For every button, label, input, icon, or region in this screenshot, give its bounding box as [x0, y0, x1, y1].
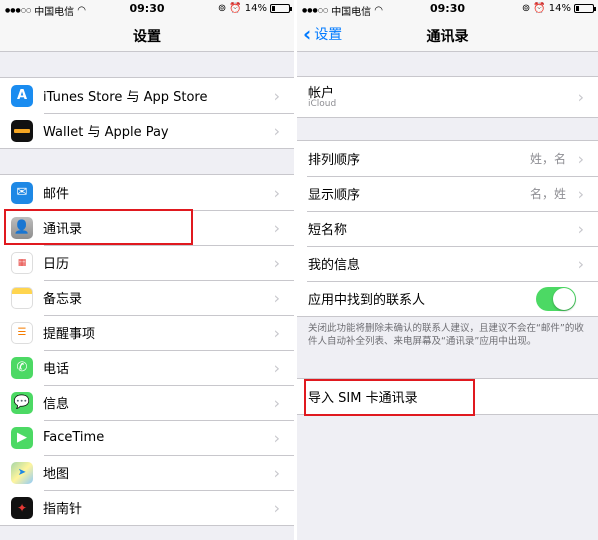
chevron-right-icon: › — [273, 288, 280, 307]
row-label: iTunes Store 与 App Store — [43, 90, 208, 105]
row-label: FaceTime — [43, 430, 105, 445]
battery-percent: 14% — [548, 3, 571, 14]
battery-icon — [270, 4, 292, 13]
row-label: 显示顺序 — [308, 188, 361, 203]
settings-row-phone[interactable]: ✆ 电话 › — [0, 350, 294, 385]
settings-row-mail[interactable]: ✉ 邮件 › — [0, 175, 294, 210]
display-order-row[interactable]: 显示顺序 名，姓 › — [297, 176, 598, 211]
chevron-right-icon: › — [273, 323, 280, 342]
phone-icon: ✆ — [11, 356, 33, 379]
wallet-icon — [11, 119, 33, 142]
accounts-row[interactable]: 帐户 iCloud › — [297, 77, 598, 117]
lock-rotation-icon: ⊚ — [217, 3, 227, 14]
account-subtitle: iCloud — [308, 99, 337, 109]
chevron-right-icon: › — [577, 149, 584, 168]
account-group: 帐户 iCloud › — [297, 76, 598, 118]
settings-row-notes[interactable]: 备忘录 › — [0, 280, 294, 315]
row-label: 备忘录 — [43, 292, 83, 307]
compass-icon: ✦ — [11, 496, 33, 519]
alarm-icon: ⏰ — [533, 3, 546, 14]
settings-screen: ●●●○○ 中国电信 ◠ 09:30 ⊚ ⏰ 14% 设置 A iTunes Store… — [0, 0, 294, 540]
settings-row-app-store[interactable]: A iTunes Store 与 App Store › — [0, 78, 294, 113]
row-label: 信息 — [43, 397, 70, 412]
import-sim-highlight-box — [304, 379, 475, 416]
calendar-icon: ▦ — [11, 251, 33, 274]
battery-percent: 14% — [244, 3, 267, 14]
row-label: 应用中找到的联系人 — [308, 293, 426, 308]
chevron-right-icon: › — [273, 463, 280, 482]
chevron-right-icon: › — [577, 254, 584, 273]
status-bar: ●●●○○ 中国电信 ◠ 09:30 ⊚ ⏰ 14% — [0, 0, 294, 18]
chevron-right-icon: › — [273, 253, 280, 272]
battery-icon — [574, 4, 596, 13]
chevron-right-icon: › — [273, 121, 280, 140]
nav-bar: 设置 — [0, 18, 294, 52]
settings-row-facetime[interactable]: ▶ FaceTime › — [0, 420, 294, 455]
contacts-highlight-box — [4, 209, 193, 245]
contacts-settings-screen: ●●●○○ 中国电信 ◠ 09:30 ⊚ ⏰ 14% ‹ 设置 通讯录 帐户 iCloud… — [297, 0, 598, 540]
chevron-right-icon: › — [273, 498, 280, 517]
chevron-right-icon: › — [577, 219, 584, 238]
row-label: 提醒事项 — [43, 327, 96, 342]
settings-row-compass[interactable]: ✦ 指南针 › — [0, 490, 294, 525]
chevron-right-icon: › — [273, 358, 280, 377]
found-contacts-row: 应用中找到的联系人 — [297, 281, 598, 316]
settings-row-messages[interactable]: 💬 信息 › — [0, 385, 294, 420]
chevron-right-icon: › — [577, 184, 584, 203]
store-group: A iTunes Store 与 App Store › Wallet 与 Ap… — [0, 77, 294, 149]
lock-rotation-icon: ⊚ — [521, 3, 531, 14]
row-value: 名，姓 — [529, 187, 566, 201]
alarm-icon: ⏰ — [229, 3, 242, 14]
settings-row-reminders[interactable]: ☰ 提醒事项 › — [0, 315, 294, 350]
chevron-right-icon: › — [273, 393, 280, 412]
row-label: 地图 — [43, 467, 70, 482]
toggle-knob — [553, 287, 575, 310]
status-bar: ●●●○○ 中国电信 ◠ 09:30 ⊚ ⏰ 14% — [297, 0, 598, 18]
row-label: Wallet 与 Apple Pay — [43, 125, 169, 140]
row-label: 短名称 — [308, 223, 348, 238]
short-name-row[interactable]: 短名称 › — [297, 211, 598, 246]
my-info-row[interactable]: 我的信息 › — [297, 246, 598, 281]
chevron-right-icon: › — [273, 183, 280, 202]
chevron-right-icon: › — [273, 218, 280, 237]
options-group: 排列顺序 姓，名 › 显示顺序 名，姓 › 短名称 › 我的信息 › 应用中找到… — [297, 140, 598, 317]
chevron-right-icon: › — [273, 428, 280, 447]
page-title: 设置 — [133, 29, 161, 45]
row-label: 邮件 — [43, 187, 70, 202]
app-store-icon: A — [11, 84, 33, 107]
reminders-icon: ☰ — [11, 321, 33, 344]
facetime-icon: ▶ — [11, 426, 33, 449]
row-label: 我的信息 — [308, 258, 361, 273]
mail-icon: ✉ — [11, 181, 33, 204]
settings-row-wallet[interactable]: Wallet 与 Apple Pay › — [0, 113, 294, 148]
chevron-right-icon: › — [577, 87, 584, 107]
footer-note: 关闭此功能将删除未确认的联系人建议，且建议不会在“邮件”的收件人自动补全列表、来… — [308, 323, 584, 347]
sort-order-row[interactable]: 排列顺序 姓，名 › — [297, 141, 598, 176]
row-label: 电话 — [43, 362, 70, 377]
maps-icon: ➤ — [11, 461, 33, 484]
row-label: 指南针 — [43, 502, 83, 517]
nav-bar: ‹ 设置 通讯录 — [297, 18, 598, 52]
notes-icon — [11, 286, 33, 309]
row-label: 排列顺序 — [308, 153, 361, 168]
chevron-right-icon: › — [273, 86, 280, 105]
found-contacts-toggle[interactable] — [536, 286, 576, 311]
row-value: 姓，名 — [529, 152, 566, 166]
page-title: 通讯录 — [426, 29, 469, 45]
messages-icon: 💬 — [11, 391, 33, 414]
row-label: 日历 — [43, 257, 70, 272]
settings-row-calendar[interactable]: ▦ 日历 › — [0, 245, 294, 280]
settings-row-maps[interactable]: ➤ 地图 › — [0, 455, 294, 490]
